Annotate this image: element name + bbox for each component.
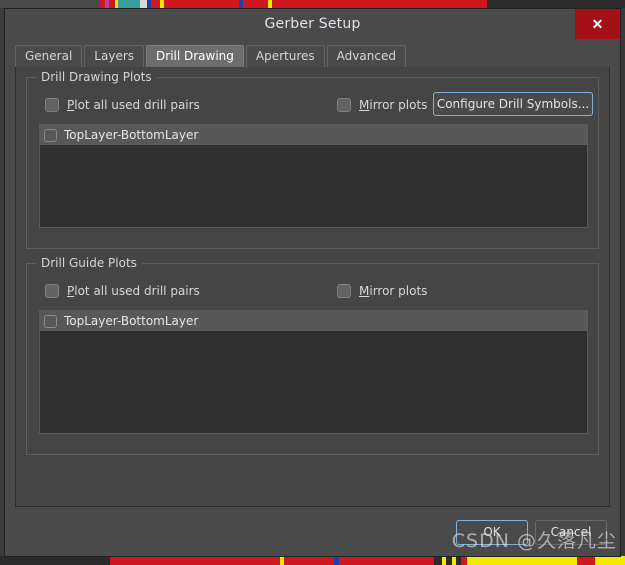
list-drill-drawing-pairs[interactable]: TopLayer-BottomLayer <box>39 124 588 228</box>
checkbox-plot-all-used-drill-pairs-guide[interactable] <box>45 284 59 298</box>
cancel-button[interactable]: Cancel <box>535 519 607 545</box>
tab-apertures[interactable]: Apertures <box>245 45 325 67</box>
list-item[interactable]: TopLayer-BottomLayer <box>40 311 587 331</box>
background-segment <box>595 556 625 565</box>
list-item[interactable]: TopLayer-BottomLayer <box>40 125 587 145</box>
background-strip-top <box>0 0 625 8</box>
drill-drawing-options-row: Plot all used drill pairs Mirror plots C… <box>45 92 593 116</box>
background-segment <box>140 0 147 8</box>
checkbox-mirror-plots-drawing[interactable] <box>337 98 351 112</box>
label-plot-all-used-drill-pairs-guide: Plot all used drill pairs <box>67 284 200 298</box>
background-segment <box>487 0 625 8</box>
dialog-footer: OK Cancel <box>5 508 620 556</box>
group-drill-drawing-plots: Drill Drawing Plots Plot all used drill … <box>26 70 599 249</box>
background-segment <box>434 556 442 565</box>
list-drill-guide-pairs[interactable]: TopLayer-BottomLayer <box>39 310 588 434</box>
checkbox-drill-pair[interactable] <box>44 128 57 142</box>
tab-general[interactable]: General <box>15 45 83 67</box>
list-item-label: TopLayer-BottomLayer <box>64 314 199 328</box>
checkbox-drill-pair[interactable] <box>44 314 57 328</box>
label-mirror-rest-guide: irror plots <box>369 284 428 298</box>
background-segment <box>339 556 434 565</box>
label-plot-all-rest-drawing: lot all used drill pairs <box>74 98 200 112</box>
background-segment <box>151 0 160 8</box>
close-icon[interactable]: ✕ <box>575 9 620 39</box>
background-segment <box>577 556 595 565</box>
dialog-title: Gerber Setup <box>264 16 361 32</box>
group-title-drill-drawing-plots: Drill Drawing Plots <box>36 70 157 84</box>
tab-advanced[interactable]: Advanced <box>326 45 406 67</box>
dialog-titlebar[interactable]: Gerber Setup ✕ <box>5 9 620 39</box>
label-mirror-rest-drawing: irror plots <box>369 98 428 112</box>
ok-button[interactable]: OK <box>456 519 528 545</box>
label-mirror-plots-guide: Mirror plots <box>359 284 427 298</box>
configure-drill-symbols-button[interactable]: Configure Drill Symbols... <box>433 92 593 116</box>
background-segment <box>243 0 268 8</box>
background-segment <box>272 0 487 8</box>
background-segment <box>118 0 140 8</box>
accel-m-drawing: M <box>359 98 370 112</box>
tab-layers[interactable]: Layers <box>84 45 145 67</box>
list-item-label: TopLayer-BottomLayer <box>64 128 199 142</box>
background-segment <box>284 556 334 565</box>
tab-drill-drawing[interactable]: Drill Drawing <box>146 45 244 67</box>
background-segment <box>0 0 100 8</box>
accel-m-guide: M <box>359 284 370 298</box>
tab-page-drill-drawing: Drill Drawing Plots Plot all used drill … <box>15 66 610 507</box>
label-mirror-plots-drawing: Mirror plots <box>359 98 427 112</box>
drill-guide-options-row: Plot all used drill pairs Mirror plots <box>45 280 588 302</box>
mirror-plots-option-guide: Mirror plots <box>337 284 427 298</box>
mirror-plots-option-drawing: Mirror plots <box>337 98 427 112</box>
background-segment <box>164 0 239 8</box>
gerber-setup-dialog: Gerber Setup ✕ General Layers Drill Drawin… <box>4 8 621 557</box>
checkbox-plot-all-used-drill-pairs-drawing[interactable] <box>45 98 59 112</box>
background-segment <box>110 556 280 565</box>
background-strip-bottom <box>0 556 625 565</box>
label-plot-all-rest-guide: lot all used drill pairs <box>74 284 200 298</box>
group-drill-guide-plots: Drill Guide Plots Plot all used drill pa… <box>26 256 599 455</box>
group-title-drill-guide-plots: Drill Guide Plots <box>36 256 142 270</box>
background-segment <box>467 556 577 565</box>
label-plot-all-used-drill-pairs-drawing: Plot all used drill pairs <box>67 98 200 112</box>
checkbox-mirror-plots-guide[interactable] <box>337 284 351 298</box>
tab-bar: General Layers Drill Drawing Apertures Advan… <box>5 39 620 67</box>
background-segment <box>0 556 110 565</box>
